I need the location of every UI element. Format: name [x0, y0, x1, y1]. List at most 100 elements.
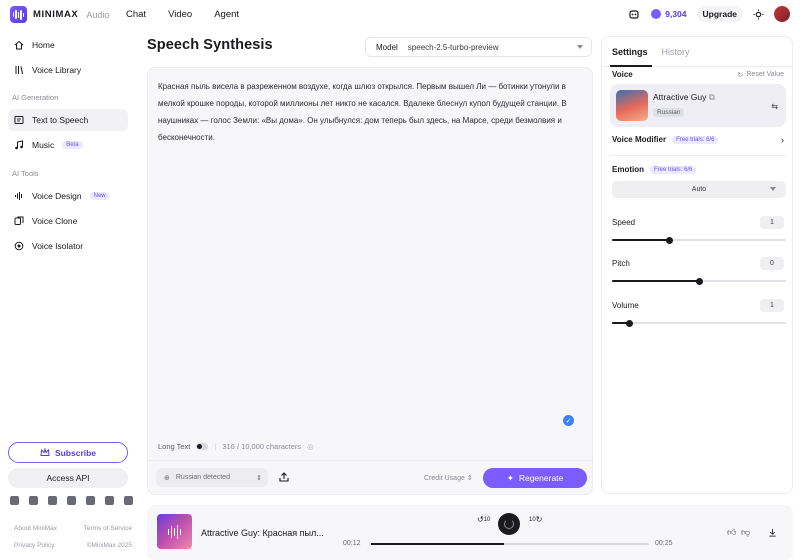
- linkedin-icon[interactable]: [29, 496, 38, 505]
- nav-agent[interactable]: Agent: [214, 9, 239, 20]
- forward-10-button[interactable]: 10 ↻: [529, 515, 542, 524]
- page-title: Speech Synthesis: [147, 37, 273, 53]
- youtube-icon[interactable]: [67, 496, 76, 505]
- voice-modifier-row[interactable]: Voice Modifier Free trials: 6/6 ›: [612, 135, 784, 145]
- rewind-10-button[interactable]: ↺ 10: [477, 515, 490, 524]
- sidebar-item-text-to-speech[interactable]: Text to Speech: [8, 109, 128, 131]
- sidebar-item-music[interactable]: Music Beta: [8, 134, 128, 156]
- pitch-slider[interactable]: [612, 277, 786, 285]
- credit-usage[interactable]: Credit Usage ⇕: [424, 474, 473, 482]
- sidebar-item-home[interactable]: Home: [8, 34, 128, 56]
- access-api-button[interactable]: Access API: [8, 468, 128, 488]
- terms-link[interactable]: Terms of Service: [84, 525, 132, 532]
- swap-icon[interactable]: ⇆: [771, 102, 778, 111]
- voice-card[interactable]: Attractive Guy ⧉ Russian ⇆: [610, 84, 786, 127]
- copy-icon: ⧉: [708, 92, 715, 102]
- bot-icon[interactable]: [627, 7, 641, 21]
- chevron-down-icon: [770, 187, 776, 191]
- sidebar-item-voice-isolator[interactable]: Voice Isolator: [8, 235, 128, 257]
- updown-icon: ⇕: [256, 474, 262, 482]
- pitch-label: Pitch: [612, 259, 630, 268]
- speed-label: Speed: [612, 218, 636, 227]
- panel-tabs: Settings History: [612, 47, 690, 57]
- nav-chat[interactable]: Chat: [126, 9, 146, 20]
- speed-fill: [612, 239, 670, 241]
- text-editor[interactable]: Красная пыль висела в разреженном воздух…: [147, 67, 594, 495]
- sidebar-item-voice-clone[interactable]: Voice Clone: [8, 210, 128, 232]
- emotion-select[interactable]: Auto: [612, 181, 786, 198]
- model-label: Model: [376, 42, 398, 52]
- about-link[interactable]: About MiniMax: [14, 525, 57, 532]
- more-icon[interactable]: [124, 496, 133, 505]
- upgrade-button[interactable]: Upgrade: [696, 6, 743, 22]
- volume-value[interactable]: 1: [760, 299, 784, 312]
- speed-slider[interactable]: [612, 236, 786, 244]
- speed-value[interactable]: 1: [760, 216, 784, 229]
- nav-video[interactable]: Video: [168, 9, 192, 20]
- regenerate-label: Regenerate: [518, 473, 564, 483]
- time-current: 00:12: [343, 540, 361, 547]
- editor-text[interactable]: Красная пыль висела в разреженном воздух…: [158, 78, 578, 146]
- user-avatar[interactable]: [774, 6, 790, 22]
- logo[interactable]: MINIMAX Audio: [10, 6, 109, 23]
- long-text-toggle[interactable]: [196, 443, 209, 450]
- sidebar-item-voice-design[interactable]: Voice Design New: [8, 185, 128, 207]
- upload-icon[interactable]: [278, 471, 290, 483]
- home-icon: [14, 40, 24, 50]
- pitch-fill: [612, 280, 699, 282]
- pitch-thumb[interactable]: [695, 277, 703, 285]
- tab-indicator: [610, 65, 652, 67]
- play-pause-button[interactable]: [498, 513, 520, 535]
- speed-thumb[interactable]: [665, 236, 673, 244]
- progress-bar[interactable]: [371, 543, 649, 545]
- brand-name: MINIMAX: [33, 9, 79, 20]
- subscribe-label: Subscribe: [54, 447, 97, 458]
- reset-label: Reset Value: [746, 71, 784, 78]
- tab-settings[interactable]: Settings: [612, 47, 648, 57]
- emotion-row: Emotion Free trials: 6/6: [612, 165, 784, 174]
- x-icon[interactable]: [48, 496, 57, 505]
- music-icon: [15, 140, 23, 150]
- download-icon[interactable]: [768, 528, 777, 537]
- theme-sun-icon[interactable]: [753, 8, 764, 20]
- forward-label: 10: [529, 516, 536, 523]
- credits-display[interactable]: 9,304: [651, 9, 687, 19]
- crown-icon: [40, 448, 50, 456]
- voice-thumbnail: [616, 90, 648, 121]
- privacy-link[interactable]: Privacy Policy: [14, 542, 54, 549]
- language-select[interactable]: ⊕ Russian detected ⇕: [156, 468, 268, 487]
- thumbs-up-icon[interactable]: 👍︎: [727, 527, 736, 538]
- voice-language-tag: Russian: [653, 108, 685, 117]
- info-icon[interactable]: ◎: [307, 442, 314, 451]
- reset-value-button[interactable]: ↻ Reset Value: [738, 71, 785, 79]
- thumbs-down-icon[interactable]: 👎︎: [741, 527, 750, 538]
- regenerate-button[interactable]: ✦ Regenerate: [483, 468, 587, 488]
- progress-fill: [371, 543, 505, 545]
- tiktok-icon[interactable]: [86, 496, 95, 505]
- pitch-value[interactable]: 0: [760, 257, 784, 270]
- free-trial-badge: Free trials: 6/6: [650, 165, 697, 174]
- sidebar-item-voice-library[interactable]: Voice Library: [8, 59, 128, 81]
- audio-player: Attractive Guy: Красная пыл... ↺ 10 10 ↻ 0…: [147, 505, 793, 560]
- long-text-row: Long Text | 316 / 10,000 characters ◎: [158, 442, 314, 451]
- logo-mark-icon: [10, 6, 27, 23]
- emotion-label: Emotion: [612, 165, 644, 174]
- instagram-icon[interactable]: [105, 496, 114, 505]
- sidebar-item-label: Voice Isolator: [32, 241, 84, 251]
- credit-icon: [651, 9, 662, 19]
- char-count: 316 / 10,000 characters: [222, 442, 302, 451]
- section-ai-tools: AI Tools: [12, 169, 39, 178]
- chevron-down-icon: [577, 45, 583, 49]
- footer-links-row-2: Privacy Policy ©MiniMax 2025: [14, 542, 132, 549]
- discord-icon[interactable]: [10, 496, 19, 505]
- sidebar-item-label: Voice Library: [32, 65, 82, 75]
- subscribe-button[interactable]: Subscribe: [8, 442, 128, 463]
- volume-thumb[interactable]: [625, 319, 633, 327]
- volume-slider[interactable]: [612, 319, 786, 327]
- rewind-icon: ↺: [477, 515, 484, 524]
- new-badge: New: [89, 192, 110, 200]
- tab-history[interactable]: History: [662, 47, 690, 57]
- settings-panel: Settings History Voice ↻ Reset Value Att…: [601, 36, 793, 494]
- model-select[interactable]: Model speech-2.5-turbo-preview: [365, 37, 592, 57]
- volume-label: Volume: [612, 301, 639, 310]
